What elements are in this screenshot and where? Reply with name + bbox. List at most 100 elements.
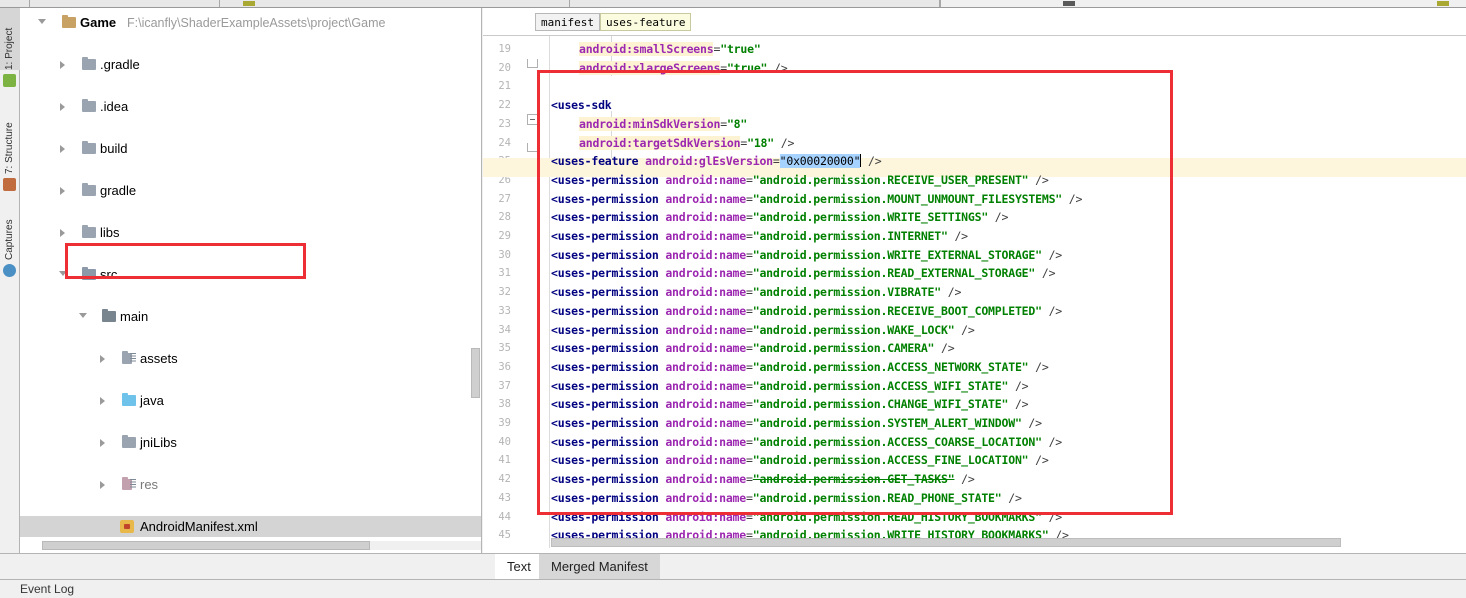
tree-row-src[interactable]: src [20, 264, 481, 285]
code-line[interactable]: <uses-sdk [551, 96, 612, 115]
tree-hscroll-thumb[interactable] [42, 541, 370, 550]
code-line[interactable]: <uses-permission android:name="android.p… [551, 171, 1049, 190]
editor-horizontal-scrollbar[interactable] [551, 538, 1431, 547]
tree-row-androidmanifest[interactable]: AndroidManifest.xml [20, 516, 481, 537]
code-token: "android.permission.WAKE_LOCK" [753, 323, 955, 337]
tree-row-idea[interactable]: .idea [20, 96, 481, 117]
code-line[interactable]: <uses-permission android:name="android.p… [551, 283, 961, 302]
chevron-right-icon[interactable] [60, 229, 65, 237]
code-line[interactable]: <uses-permission android:name="android.p… [551, 358, 1049, 377]
code-line[interactable]: <uses-permission android:name="android.p… [551, 264, 1055, 283]
code-line[interactable]: <uses-permission android:name="android.p… [551, 321, 975, 340]
code-token: = [746, 435, 753, 449]
chevron-right-icon[interactable] [60, 145, 65, 153]
chevron-right-icon[interactable] [60, 187, 65, 195]
chevron-right-icon[interactable] [100, 355, 105, 363]
tab-text[interactable]: Text [495, 554, 543, 579]
code-line[interactable]: <uses-permission android:name="android.p… [551, 190, 1082, 209]
code-line[interactable]: <uses-permission android:name="android.p… [551, 489, 1022, 508]
android-manifest-icon-accent [124, 524, 130, 529]
code-token: "android.permission.SYSTEM_ALERT_WINDOW" [753, 416, 1022, 430]
breadcrumb-manifest[interactable]: manifest [535, 13, 600, 31]
code-token: = [746, 491, 753, 505]
editor-bottom-tabs[interactable]: Text Merged Manifest [483, 553, 1466, 579]
project-tree-panel[interactable]: Game F:\icanfly\ShaderExampleAssets\proj… [20, 8, 482, 553]
code-token: <uses-permission [551, 341, 665, 355]
event-log-label[interactable]: Event Log [20, 582, 74, 596]
tree-label: src [100, 264, 117, 285]
tree-row-jnilibs[interactable]: jniLibs [20, 432, 481, 453]
line-number: 28 [487, 208, 511, 227]
editor-gutter[interactable]: 1920212223242526272829303132333435363738… [483, 36, 550, 548]
code-area[interactable]: 1920212223242526272829303132333435363738… [483, 36, 1466, 548]
code-line[interactable]: <uses-permission android:name="android.p… [551, 302, 1062, 321]
code-token: <uses-permission [551, 472, 665, 486]
tab-merged-manifest[interactable]: Merged Manifest [539, 554, 660, 579]
tree-row-libs[interactable]: libs [20, 222, 481, 243]
code-line[interactable]: <uses-permission android:name="android.p… [551, 227, 968, 246]
tool-tab-structure[interactable]: 7: Structure [0, 96, 20, 174]
code-token: "android.permission.WRITE_SETTINGS" [753, 210, 988, 224]
code-line[interactable]: <uses-permission android:name="android.p… [551, 377, 1028, 396]
line-number: 33 [487, 302, 511, 321]
chevron-right-icon[interactable] [100, 481, 105, 489]
chevron-right-icon[interactable] [100, 397, 105, 405]
code-token: "android.permission.ACCESS_WIFI_STATE" [753, 379, 1009, 393]
code-line[interactable]: <uses-permission android:name="android.p… [551, 208, 1008, 227]
tree-row-gradle-dir[interactable]: .gradle [20, 54, 481, 75]
tree-horizontal-scrollbar[interactable] [42, 541, 482, 550]
tree-vertical-scrollbar[interactable] [471, 348, 480, 398]
code-line[interactable]: android:smallScreens="true" [579, 40, 761, 59]
code-line[interactable]: <uses-permission android:name="android.p… [551, 339, 954, 358]
editor-hscroll-thumb[interactable] [551, 538, 1341, 547]
code-line[interactable]: <uses-permission android:name="android.p… [551, 414, 1042, 433]
code-token: "android.permission.CAMERA" [753, 341, 935, 355]
fold-marker-end[interactable] [527, 59, 538, 68]
tree-row-game[interactable]: Game F:\icanfly\ShaderExampleAssets\proj… [20, 12, 481, 33]
code-token: /> [948, 229, 968, 243]
code-token: <uses-permission [551, 397, 665, 411]
tree-row-main[interactable]: main [20, 306, 481, 327]
chevron-down-icon[interactable] [59, 271, 67, 276]
breadcrumb-uses-feature[interactable]: uses-feature [600, 13, 691, 31]
code-line[interactable]: <uses-permission android:name="android.p… [551, 451, 1049, 470]
code-token: /> [1028, 173, 1048, 187]
code-token: = [746, 210, 753, 224]
code-token: /> [1022, 416, 1042, 430]
chevron-right-icon[interactable] [100, 439, 105, 447]
chevron-right-icon[interactable] [60, 103, 65, 111]
line-number: 29 [487, 227, 511, 246]
code-line[interactable]: android:targetSdkVersion="18" /> [579, 134, 794, 153]
code-token: "0x00020000" [780, 154, 861, 168]
tree-row-build[interactable]: build [20, 138, 481, 159]
chevron-right-icon[interactable] [60, 61, 65, 69]
tool-tab-captures[interactable]: Captures [0, 200, 20, 260]
tool-tab-project[interactable]: 1: Project [0, 8, 20, 70]
tree-row-assets[interactable]: assets [20, 348, 481, 369]
code-line[interactable]: <uses-permission android:name="android.p… [551, 433, 1062, 452]
code-line[interactable]: <uses-permission android:name="android.p… [551, 470, 975, 489]
line-number: 30 [487, 246, 511, 265]
code-token: "true" [727, 61, 767, 75]
fold-marker[interactable] [527, 114, 538, 125]
code-editor[interactable]: manifest uses-feature 192021222324252627… [483, 8, 1466, 553]
code-line[interactable]: <uses-permission android:name="android.p… [551, 246, 1062, 265]
tree-row-res[interactable]: res [20, 474, 481, 495]
code-token: = [746, 248, 753, 262]
code-token: <uses-permission [551, 416, 665, 430]
chevron-down-icon[interactable] [38, 19, 46, 24]
code-line[interactable]: <uses-permission android:name="android.p… [551, 395, 1028, 414]
code-line[interactable]: <uses-feature android:glEsVersion="0x000… [551, 152, 881, 171]
code-line[interactable]: android:minSdkVersion="8" [579, 115, 747, 134]
tree-row-gradle[interactable]: gradle [20, 180, 481, 201]
code-line[interactable]: android:xlargeScreens="true" /> [579, 59, 787, 78]
code-line[interactable]: <uses-permission android:name="android.p… [551, 508, 1062, 527]
fold-marker-end[interactable] [527, 143, 538, 152]
code-token: android:targetSdkVersion [579, 136, 740, 150]
code-token: /> [1035, 266, 1055, 280]
code-token: = [746, 285, 753, 299]
tree-row-java[interactable]: java [20, 390, 481, 411]
code-token: "android.permission.CHANGE_WIFI_STATE" [753, 397, 1009, 411]
line-number: 43 [487, 489, 511, 508]
chevron-down-icon[interactable] [79, 313, 87, 318]
